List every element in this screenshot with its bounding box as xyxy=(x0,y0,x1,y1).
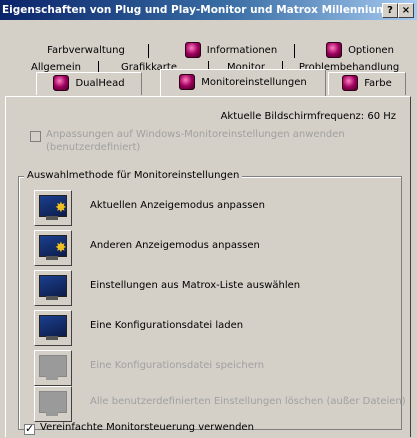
tab-row-3: DualHead Monitoreinstellungen Farbe xyxy=(0,69,417,96)
apply-windows-checkbox xyxy=(30,131,41,142)
apply-windows-label: Anpassungen auf Windows-Monitoreinstellu… xyxy=(46,129,345,153)
tab-label: Farbverwaltung xyxy=(47,45,125,56)
delete-custom-button xyxy=(34,386,72,422)
tab-dualhead[interactable]: DualHead xyxy=(36,72,142,95)
monitor-stand xyxy=(46,412,58,416)
matrox-list-button[interactable] xyxy=(34,270,72,306)
help-button[interactable]: ? xyxy=(382,3,398,18)
option-label: Eine Konfigurationsdatei speichern xyxy=(90,360,265,371)
option-matrox-list[interactable]: Einstellungen aus Matrox-Liste auswählen xyxy=(34,270,394,306)
matrox-icon xyxy=(179,74,196,90)
refresh-rate-label: Aktuelle Bildschirmfrequenz: 60 Hz xyxy=(220,111,396,122)
monitor-icon xyxy=(39,275,67,297)
tab-label: Informationen xyxy=(206,45,278,56)
method-group-label: Auswahlmethode für Monitoreinstellungen xyxy=(24,170,243,181)
monitor-stand xyxy=(46,256,58,260)
sparkle-icon: ✸ xyxy=(55,200,67,216)
option-adjust-other[interactable]: ✸ Anderen Anzeigemodus anpassen xyxy=(34,230,394,266)
simplified-control-label: Vereinfachte Monitorsteuerung verwenden xyxy=(40,422,254,433)
monitor-icon xyxy=(39,315,67,337)
option-adjust-current[interactable]: ✸ Aktuellen Anzeigemodus anpassen xyxy=(34,190,394,226)
monitor-icon xyxy=(39,355,67,377)
matrox-icon xyxy=(53,75,70,91)
adjust-other-mode-button[interactable]: ✸ xyxy=(34,230,72,266)
load-config-button[interactable] xyxy=(34,310,72,346)
matrox-icon xyxy=(326,42,343,58)
option-save-config: Eine Konfigurationsdatei speichern xyxy=(34,350,394,386)
simplified-control-checkbox[interactable]: ✓ xyxy=(24,422,35,435)
adjust-current-mode-button[interactable]: ✸ xyxy=(34,190,72,226)
tab-farbe[interactable]: Farbe xyxy=(328,72,406,95)
title-bar: Eigenschaften von Plug und Play-Monitor … xyxy=(0,0,417,20)
tab-label: Monitoreinstellungen xyxy=(201,77,307,88)
save-config-button xyxy=(34,350,72,386)
option-label: Eine Konfigurationsdatei laden xyxy=(90,320,244,331)
checkmark-icon: ✓ xyxy=(25,422,35,435)
tab-label: DualHead xyxy=(75,78,125,89)
tab-divider xyxy=(294,44,295,58)
option-label: Alle benutzerdefinierten Einstellungen l… xyxy=(90,396,406,407)
monitor-stand xyxy=(46,216,58,220)
matrox-icon xyxy=(184,42,201,58)
monitor-stand xyxy=(46,376,58,380)
tab-monitoreinstellungen[interactable]: Monitoreinstellungen xyxy=(160,69,326,96)
option-label: Einstellungen aus Matrox-Liste auswählen xyxy=(90,280,301,291)
matrox-icon xyxy=(342,75,359,91)
tab-label: Optionen xyxy=(348,45,394,56)
sparkle-icon: ✸ xyxy=(55,240,67,256)
monitor-stand xyxy=(46,296,58,300)
tab-label: Farbe xyxy=(364,78,392,89)
tab-divider xyxy=(148,44,149,58)
option-load-config[interactable]: Eine Konfigurationsdatei laden xyxy=(34,310,394,346)
close-button[interactable]: × xyxy=(398,3,414,18)
monitor-stand xyxy=(46,336,58,340)
option-label: Aktuellen Anzeigemodus anpassen xyxy=(90,200,265,211)
monitor-icon xyxy=(39,391,67,413)
window-title: Eigenschaften von Plug und Play-Monitor … xyxy=(2,4,399,16)
option-delete-custom: Alle benutzerdefinierten Einstellungen l… xyxy=(34,386,406,422)
option-label: Anderen Anzeigemodus anpassen xyxy=(90,240,260,251)
